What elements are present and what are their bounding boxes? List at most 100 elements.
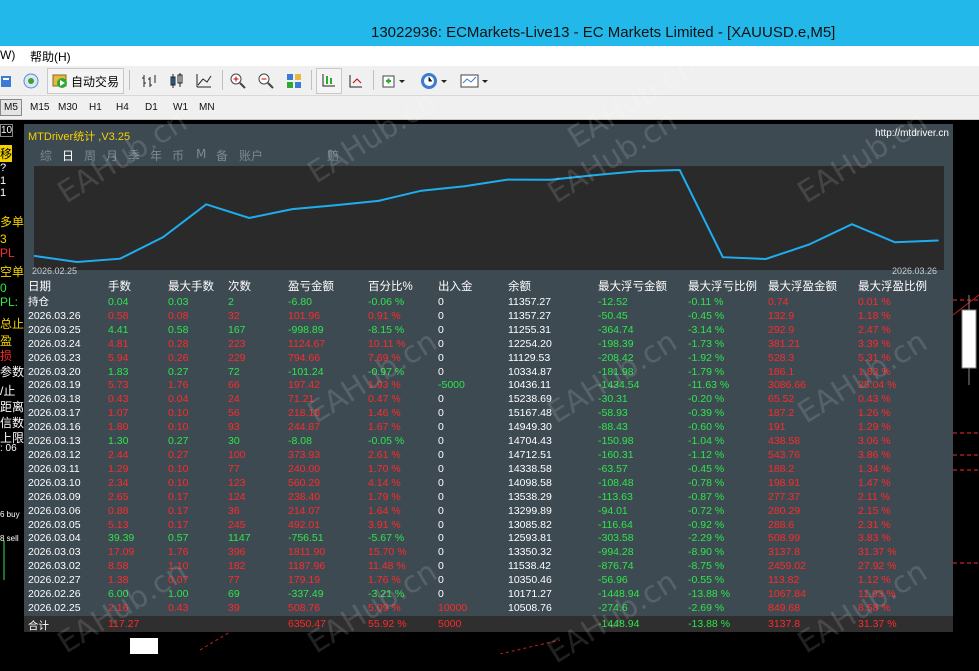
window-titlebar[interactable]: 13022936: ECMarkets-Live13 - EC Markets … [0,0,979,46]
column-header[interactable]: 出入金 [438,280,508,296]
left-strip-item: 总止 [0,317,25,331]
panel-link[interactable]: http://mtdriver.cn [875,128,949,139]
auto-trade-button[interactable]: 自动交易 [47,68,124,94]
table-row[interactable]: 2026.03.25 4.41 0.58 167 -998.89 -8.15 % 0 1125… [28,324,948,338]
left-strip-item[interactable]: 10 [0,124,14,137]
table-row[interactable]: 2026.03.24 4.81 0.28 223 1124.67 10.11 % 0 1225… [28,338,948,352]
table-row[interactable]: 2026.03.04 39.39 0.57 1147 -756.51 -5.67 % 0 12… [28,532,948,546]
column-header[interactable]: 百分比% [368,280,438,296]
table-row[interactable]: 2026.03.11 1.29 0.10 77 240.00 1.70 % 0 14338.5… [28,463,948,477]
timeframe-d1[interactable]: D1 [145,102,158,113]
table-row[interactable]: 2026.03.20 1.83 0.27 72 -101.24 -0.97 % 0 10334… [28,366,948,380]
tab-daily[interactable]: 日 [62,147,74,164]
timeframe-m15[interactable]: M15 [30,102,49,113]
column-header[interactable]: 最大浮亏金额 [598,280,688,296]
zoom-out-icon[interactable] [256,71,276,90]
table-row[interactable]: 持仓 0.04 0.03 2 -6.80 -0.06 % 0 11357.27 -12.52 -0… [28,296,948,310]
timeframe-m30[interactable]: M30 [58,102,77,113]
table-row[interactable]: 2026.03.05 5.13 0.17 245 492.01 3.91 % 0 13085.… [28,519,948,533]
table-cell: -160.31 [598,448,634,461]
table-row[interactable]: 2026.03.06 0.88 0.17 36 214.07 1.64 % 0 13299.8… [28,505,948,519]
tab-weekly[interactable]: 周 [84,147,96,164]
period-dropdown[interactable] [418,71,452,90]
new-chart-icon[interactable] [0,71,14,90]
table-row[interactable]: 2026.03.26 0.58 0.08 32 101.96 0.91 % 0 11357.2… [28,310,948,324]
table-cell: 0 [438,337,444,350]
menu-item-window[interactable]: W) [0,48,15,62]
zoom-in-icon[interactable] [228,71,248,90]
table-row[interactable]: 2026.02.25 2.16 0.43 39 508.76 5.09 % 10000 105… [28,602,948,616]
column-header[interactable]: 最大浮盈金额 [768,280,858,296]
table-cell: 438.58 [768,435,801,448]
tab-account[interactable]: 账户 [239,147,263,164]
timeframe-w1[interactable]: W1 [173,102,188,113]
tab-yearly[interactable]: 年 [150,147,162,164]
tab-magic[interactable]: M [196,147,206,161]
line-chart-icon[interactable] [194,71,214,90]
table-row[interactable]: 2026.03.17 1.07 0.10 56 218.18 1.46 % 0 15167.4… [28,407,948,421]
table-cell: 1124.67 [288,337,326,350]
column-header[interactable]: 次数 [228,280,288,296]
table-cell: 14949.30 [508,421,552,434]
column-header[interactable]: 最大浮亏比例 [688,280,768,296]
table-row[interactable]: 2026.03.02 8.58 1.10 182 1187.96 11.48 % 0 1153… [28,560,948,574]
table-cell: 2.44 [108,448,129,461]
table-row[interactable]: 2026.03.19 5.73 1.76 66 197.42 1.93 % -5000 104… [28,379,948,393]
table-cell: 0 [438,476,444,489]
indicators-dropdown[interactable] [380,71,410,90]
tab-extra[interactable]: 赔 [327,147,339,164]
table-row[interactable]: 2026.02.26 6.00 1.00 69 -337.49 -3.21 % 0 10171… [28,588,948,602]
autoscroll-icon[interactable] [346,71,366,90]
table-row[interactable]: 2026.03.16 1.80 0.10 93 244.87 1.67 % 0 14949.3… [28,421,948,435]
table-row[interactable]: 2026.03.12 2.44 0.27 100 373.93 2.61 % 0 14712.… [28,449,948,463]
candlestick-icon[interactable] [166,71,188,90]
table-cell: -337.49 [288,588,324,601]
table-cell: 396 [228,546,246,559]
timeframe-mn[interactable]: MN [199,102,215,113]
table-cell: -116.64 [598,518,633,531]
timeframe-m5[interactable]: M5 [0,99,22,116]
left-strip-item: 1 [0,187,7,199]
table-cell: -58.93 [598,407,628,420]
menu-item-help[interactable]: 帮助(H) [30,48,71,65]
table-cell: 11129.53 [508,351,551,364]
left-strip-item[interactable]: 移 [0,145,13,162]
timeframe-h1[interactable]: H1 [89,102,102,113]
table-row[interactable]: 2026.02.27 1.38 0.07 77 179.19 1.76 % 0 10350.4… [28,574,948,588]
column-header[interactable]: 最大手数 [168,280,228,296]
table-cell: 14704.43 [508,435,552,448]
timeframe-h4[interactable]: H4 [116,102,129,113]
signal-icon[interactable] [20,71,42,90]
table-row[interactable]: 2026.03.23 5.94 0.26 229 794.66 7.69 % 0 11129.… [28,352,948,366]
column-header[interactable]: 日期 [28,280,108,296]
chart-shift-button[interactable] [316,68,342,94]
table-cell: -0.20 % [688,393,725,406]
table-cell: 10334.87 [508,365,552,378]
tab-quarterly[interactable]: 季 [128,147,140,164]
table-row[interactable]: 2026.03.10 2.34 0.10 123 560.29 4.14 % 0 14098.… [28,477,948,491]
table-row[interactable]: 2026.03.03 17.09 1.76 396 1811.90 15.70 % 0 133… [28,546,948,560]
templates-dropdown[interactable] [458,71,492,90]
equity-point [248,217,251,219]
table-cell: 2026.03.03 [28,546,81,559]
tile-windows-icon[interactable] [284,71,304,90]
bar-chart-icon[interactable] [139,71,159,90]
tab-monthly[interactable]: 月 [106,147,118,164]
tab-notes[interactable]: 备 [216,147,228,164]
table-row[interactable]: 2026.03.13 1.30 0.27 30 -8.08 -0.05 % 0 14704.4… [28,435,948,449]
table-row[interactable]: 2026.03.18 0.43 0.04 24 71.21 0.47 % 0 15238.69… [28,393,948,407]
totals-row: 合计 117.27 6350.47 55.92 % 5000 -1448.94 … [24,616,953,632]
column-header[interactable]: 盈亏金额 [288,280,368,296]
tab-overview[interactable]: 综 [40,147,52,164]
tab-currency[interactable]: 币 [172,147,184,164]
table-cell: 0.10 [168,421,189,434]
table-row[interactable]: 2026.03.09 2.65 0.17 124 238.40 1.79 % 0 13538.… [28,491,948,505]
table-cell: 持仓 [28,296,49,308]
table-cell: 0 [438,365,444,378]
table-cell: 280.29 [768,504,801,517]
column-header[interactable]: 余额 [508,280,598,296]
table-cell: 12254.20 [508,337,552,350]
chart-shift-icon [322,74,335,87]
column-header[interactable]: 手数 [108,280,168,296]
column-header[interactable]: 最大浮盈比例 [858,280,948,296]
